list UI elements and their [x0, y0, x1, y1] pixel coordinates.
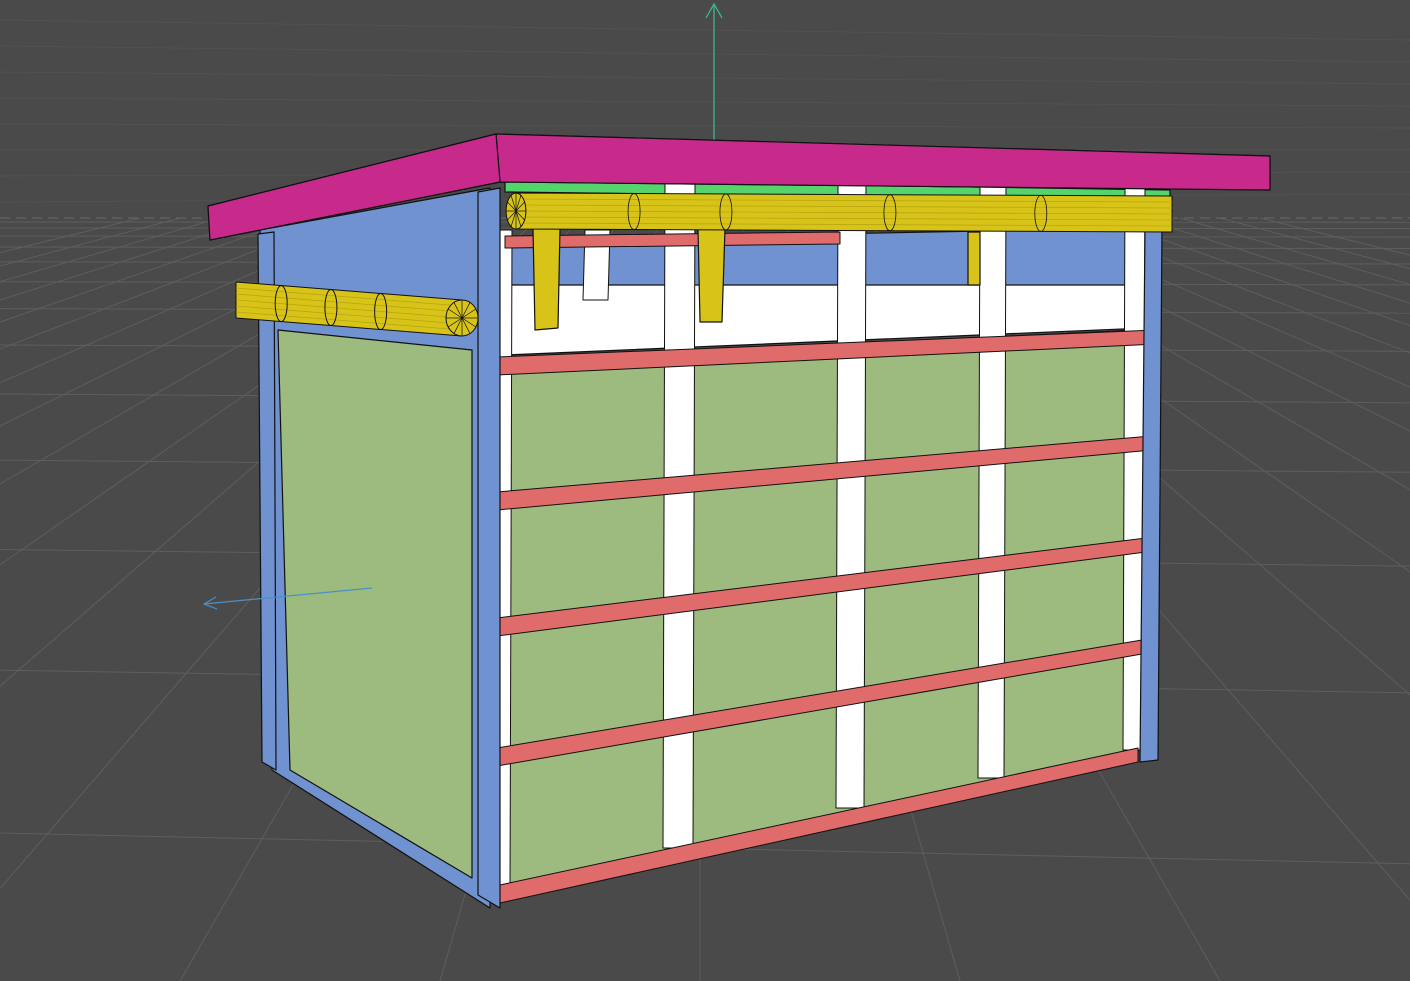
- grid-line: [1259, 217, 1410, 256]
- grid-line: [0, 71, 1410, 85]
- yellow-post-2: [697, 227, 726, 323]
- 3d-viewport[interactable]: [0, 0, 1410, 981]
- grid-line: [1139, 217, 1410, 304]
- left-wall-panel[interactable]: [277, 329, 473, 879]
- stud: [835, 181, 867, 809]
- yellow-post-1: [532, 227, 561, 331]
- yellow-post-3: [967, 231, 981, 286]
- grid-line: [0, 217, 261, 301]
- roof-front-edge: [495, 133, 1271, 191]
- grid-line: [0, 217, 221, 283]
- grid-line: [0, 217, 141, 254]
- y-axis-gizmo[interactable]: [705, 2, 723, 140]
- grid-line: [0, 19, 1410, 41]
- stud: [662, 179, 696, 849]
- grid-line: [0, 45, 1410, 63]
- grid-line: [0, 123, 1410, 129]
- stud: [977, 183, 1007, 779]
- grid-line: [1179, 217, 1410, 285]
- grid-line: [0, 97, 1410, 107]
- grid-line: [0, 217, 181, 267]
- front-left-corner-post: [477, 187, 501, 909]
- front-log-beam: [505, 192, 1173, 233]
